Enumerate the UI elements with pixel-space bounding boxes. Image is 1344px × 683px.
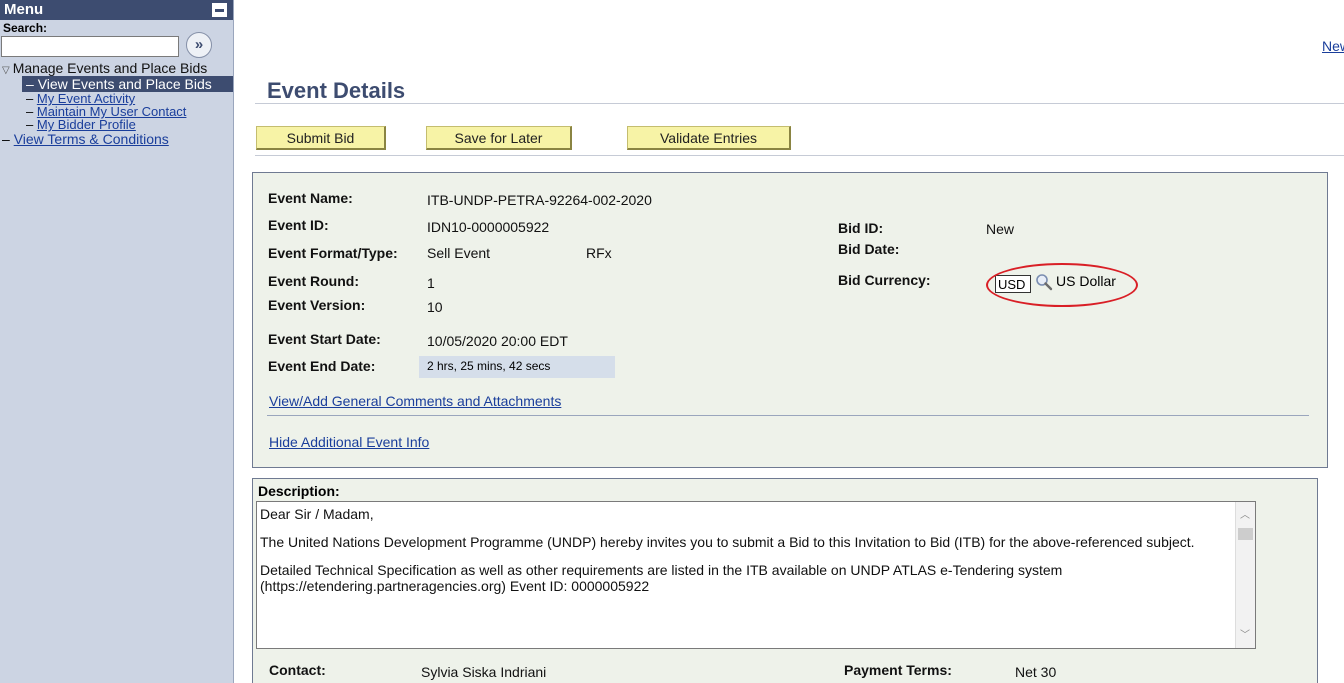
search-input[interactable] bbox=[1, 36, 179, 57]
sidebar-item-terms[interactable]: – View Terms & Conditions bbox=[0, 131, 233, 147]
event-version-value: 10 bbox=[427, 299, 443, 315]
menu-title: Menu bbox=[4, 1, 44, 18]
hide-additional-info-link[interactable]: Hide Additional Event Info bbox=[269, 434, 429, 450]
scroll-up-arrow-icon[interactable]: ︿ bbox=[1240, 508, 1250, 524]
sidebar-root-label: Manage Events and Place Bids bbox=[12, 60, 208, 76]
view-add-comments-link[interactable]: View/Add General Comments and Attachment… bbox=[269, 393, 561, 409]
sidebar-item-label: View Events and Place Bids bbox=[37, 76, 212, 92]
new-window-link[interactable]: New bbox=[1322, 38, 1344, 54]
red-highlight-ellipse bbox=[986, 263, 1138, 307]
toolbar-divider bbox=[255, 155, 1344, 156]
menu-header: Menu bbox=[0, 0, 233, 20]
bid-id-value: New bbox=[986, 221, 1015, 237]
collapse-icon[interactable] bbox=[212, 3, 227, 17]
bid-currency-label: Bid Currency: bbox=[838, 272, 931, 288]
scroll-thumb[interactable] bbox=[1238, 528, 1253, 540]
dash: – bbox=[2, 131, 10, 147]
event-round-value: 1 bbox=[427, 275, 435, 291]
search-go-icon[interactable]: » bbox=[186, 32, 212, 58]
page-title: Event Details bbox=[267, 78, 406, 103]
event-start-label: Event Start Date: bbox=[268, 331, 381, 347]
panel-divider bbox=[267, 415, 1309, 416]
payment-terms-label: Payment Terms: bbox=[844, 662, 952, 678]
sidebar-item-bidder-profile[interactable]: – My Bidder Profile bbox=[0, 118, 233, 131]
event-version-label: Event Version: bbox=[268, 297, 366, 313]
dash: – bbox=[26, 117, 34, 132]
event-format-label: Event Format/Type: bbox=[268, 245, 398, 261]
bid-id-label: Bid ID: bbox=[838, 220, 884, 236]
expanded-triangle-icon: ▽ bbox=[2, 65, 10, 76]
description-paragraph: Dear Sir / Madam, bbox=[260, 506, 374, 522]
submit-bid-button[interactable]: Submit Bid bbox=[256, 126, 386, 150]
description-paragraph: The United Nations Development Programme… bbox=[260, 534, 1195, 550]
event-start-value: 10/05/2020 20:00 EDT bbox=[427, 333, 568, 349]
event-name-label: Event Name: bbox=[268, 190, 353, 206]
terms-link[interactable]: View Terms & Conditions bbox=[14, 131, 169, 147]
contact-label: Contact: bbox=[269, 662, 326, 678]
description-paragraph: Detailed Technical Specification as well… bbox=[260, 562, 1063, 594]
event-id-label: Event ID: bbox=[268, 217, 329, 233]
sidebar-item-label[interactable]: My Bidder Profile bbox=[37, 117, 136, 132]
event-format-value: Sell Event bbox=[427, 245, 491, 261]
sidebar-item-view-events[interactable]: – View Events and Place Bids bbox=[22, 76, 233, 92]
validate-entries-button[interactable]: Validate Entries bbox=[627, 126, 791, 150]
description-label: Description: bbox=[258, 483, 340, 499]
description-scrollbar[interactable]: ︿ ﹀ bbox=[1235, 502, 1255, 648]
description-textbox[interactable]: Dear Sir / Madam, The United Nations Dev… bbox=[256, 501, 1256, 649]
sidebar-menu: Menu Search: » ▽ Manage Events and Place … bbox=[0, 0, 234, 683]
description-panel: Description: Dear Sir / Madam, The Unite… bbox=[252, 478, 1318, 683]
event-end-countdown: 2 hrs, 25 mins, 42 secs bbox=[419, 356, 615, 378]
title-divider bbox=[255, 103, 1344, 104]
contact-value: Sylvia Siska Indriani bbox=[421, 664, 547, 680]
event-end-label: Event End Date: bbox=[268, 358, 376, 374]
event-info-panel: Event Name: ITB-UNDP-PETRA-92264-002-202… bbox=[252, 172, 1328, 468]
sidebar-item-manage-events[interactable]: ▽ Manage Events and Place Bids bbox=[0, 58, 233, 76]
scroll-down-arrow-icon[interactable]: ﹀ bbox=[1240, 628, 1250, 644]
event-round-label: Event Round: bbox=[268, 273, 359, 289]
sidebar-submenu: – View Events and Place Bids – My Event … bbox=[0, 76, 233, 131]
event-name-value: ITB-UNDP-PETRA-92264-002-2020 bbox=[427, 192, 652, 208]
bid-date-label: Bid Date: bbox=[838, 241, 900, 257]
dash: – bbox=[26, 76, 34, 92]
event-type-value: RFx bbox=[586, 245, 612, 261]
payment-terms-value: Net 30 bbox=[1015, 664, 1057, 680]
event-id-value: IDN10-0000005922 bbox=[427, 219, 550, 235]
search-row: » bbox=[0, 32, 233, 58]
save-for-later-button[interactable]: Save for Later bbox=[426, 126, 572, 150]
